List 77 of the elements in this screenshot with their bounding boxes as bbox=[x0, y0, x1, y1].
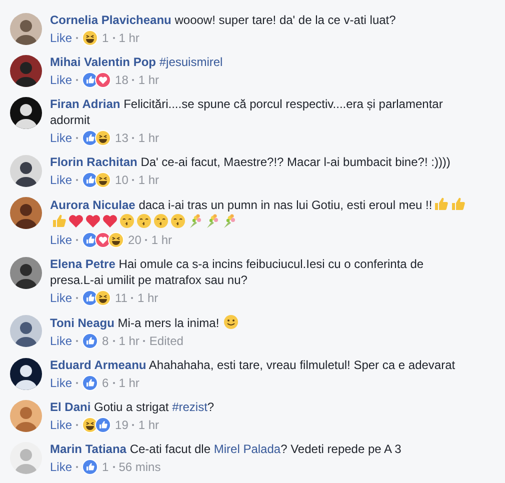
comment-text: Aurora Niculae daca i-ai tras un pumn in nas lui Gotiu, esti eroul meu !! bbox=[50, 196, 470, 230]
hashtag-link[interactable]: #jesuismirel bbox=[159, 55, 223, 69]
comment-text: Toni Neagu Mi-a mers la inima! bbox=[50, 314, 470, 331]
heart-icon bbox=[85, 213, 101, 229]
author-link[interactable]: Eduard Armeanu bbox=[50, 358, 146, 372]
reaction-count: 1 bbox=[102, 30, 109, 46]
like-link[interactable]: Like bbox=[50, 172, 72, 188]
reaction-count: 10 bbox=[115, 172, 128, 188]
comment-time[interactable]: 56 mins bbox=[118, 459, 161, 475]
like-link[interactable]: Like bbox=[50, 290, 72, 306]
comment-time[interactable]: 1 hr bbox=[138, 172, 160, 188]
author-link[interactable]: Mihai Valentin Pop bbox=[50, 55, 156, 69]
like-link[interactable]: Like bbox=[50, 30, 72, 46]
author-link[interactable]: Florin Rachitan bbox=[50, 155, 138, 169]
comment-text: Marin Tatiana Ce-ati facut dle Mirel Palada? Vedeti repede pe A 3 bbox=[50, 441, 402, 457]
reaction-count: 6 bbox=[102, 375, 109, 391]
like-reaction-icon bbox=[95, 417, 112, 433]
author-link[interactable]: El Dani bbox=[50, 400, 91, 414]
bouquet-icon bbox=[221, 213, 237, 229]
comment-time[interactable]: 1 hr bbox=[138, 417, 160, 433]
like-link[interactable]: Like bbox=[50, 375, 72, 391]
kissing-face-icon bbox=[136, 213, 152, 229]
comment-time[interactable]: 1 hr bbox=[118, 30, 140, 46]
author-link[interactable]: Elena Petre bbox=[50, 257, 116, 271]
comment-text: Firan Adrian Felicitări....se spune că porcul respectiv....era și parlamentar adormit bbox=[50, 96, 444, 128]
like-link[interactable]: Like bbox=[50, 333, 72, 349]
heart-icon bbox=[102, 213, 118, 229]
like-link[interactable]: Like bbox=[50, 459, 72, 475]
like-reaction-icon bbox=[82, 459, 98, 475]
smiling-face-icon bbox=[223, 314, 240, 330]
kissing-face-icon bbox=[119, 213, 135, 229]
author-link[interactable]: Marin Tatiana bbox=[50, 442, 126, 456]
reaction-count: 11 bbox=[115, 290, 128, 306]
laughing-face-icon bbox=[108, 232, 124, 248]
laughing-face-icon bbox=[82, 30, 98, 46]
comment-time[interactable]: 1 hr bbox=[118, 333, 140, 349]
comment-time[interactable]: 1 hr bbox=[137, 290, 158, 306]
comment-text: Eduard Armeanu Ahahahaha, esti tare, vreau filmuletul! Sper ca e adevarat bbox=[50, 357, 456, 373]
like-link[interactable]: Like bbox=[50, 130, 72, 146]
laughing-face-icon bbox=[95, 130, 112, 146]
hashtag-link[interactable]: Mirel Palada bbox=[214, 442, 281, 456]
kissing-face-icon bbox=[170, 213, 186, 229]
laughing-face-icon bbox=[95, 172, 112, 188]
comment-time[interactable]: 1 hr bbox=[138, 130, 160, 146]
thumbs-up-icon bbox=[450, 196, 466, 212]
comment-text: Cornelia Plavicheanu wooow! super tare! da' de la ce v-ati luat? bbox=[50, 12, 397, 28]
comment-text: El Dani Gotiu a strigat #rezist? bbox=[50, 399, 216, 415]
comment-text: Elena Petre Hai omule ca s-a incins feibuciucul.Iesi cu o conferinta de presa.L-ai umilit pe matrafox sau nu? bbox=[50, 256, 425, 288]
comment-text: Florin Rachitan Da' ce-ai facut, Maestre?!? Macar l-ai bumbacit bine?! :)))) bbox=[50, 154, 452, 170]
thumbs-up-icon bbox=[433, 196, 450, 212]
hashtag-link[interactable]: #rezist bbox=[172, 400, 208, 414]
heart-icon bbox=[68, 213, 84, 229]
like-link[interactable]: Like bbox=[50, 232, 72, 248]
kissing-face-icon bbox=[153, 213, 169, 229]
like-reaction-icon bbox=[82, 375, 98, 391]
edited-label: Edited bbox=[149, 333, 184, 349]
reaction-count: 8 bbox=[102, 333, 109, 349]
comment-time[interactable]: 1 hr bbox=[138, 72, 160, 88]
author-link[interactable]: Cornelia Plavicheanu bbox=[50, 13, 172, 27]
reaction-count: 1 bbox=[102, 459, 109, 475]
laughing-face-icon bbox=[95, 290, 112, 306]
reaction-count: 20 bbox=[128, 232, 142, 248]
reaction-count: 13 bbox=[115, 130, 128, 146]
like-reaction-icon bbox=[82, 333, 98, 349]
bouquet-icon bbox=[204, 213, 220, 229]
reaction-count: 18 bbox=[115, 72, 128, 88]
author-link[interactable]: Aurora Niculae bbox=[50, 198, 136, 212]
like-link[interactable]: Like bbox=[50, 72, 72, 88]
bouquet-icon bbox=[187, 213, 203, 229]
author-link[interactable]: Firan Adrian bbox=[50, 97, 120, 111]
like-link[interactable]: Like bbox=[50, 417, 72, 433]
reaction-count: 19 bbox=[115, 417, 128, 433]
comment-time[interactable]: 1 hr bbox=[151, 232, 172, 248]
thumbs-up-icon bbox=[51, 213, 67, 229]
heart-reaction-icon bbox=[95, 72, 112, 88]
author-link[interactable]: Toni Neagu bbox=[50, 316, 114, 330]
comment-time[interactable]: 1 hr bbox=[118, 375, 140, 391]
